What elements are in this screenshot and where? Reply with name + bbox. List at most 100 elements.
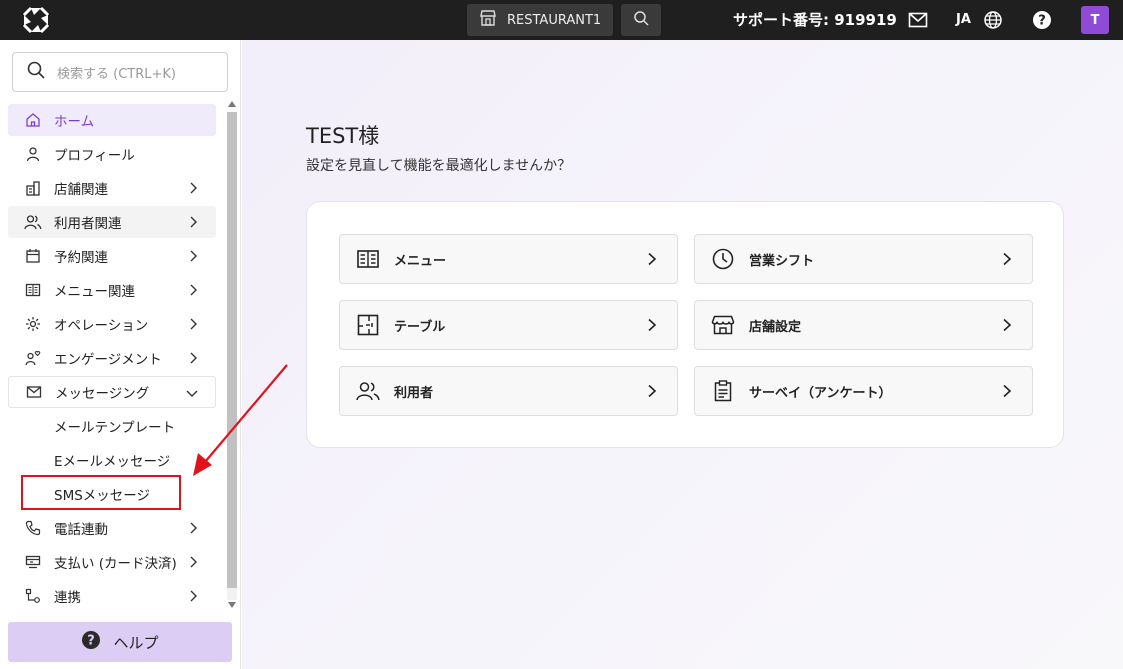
chevron-right-icon (190, 216, 197, 228)
sidebar-item-label: メッセージング (55, 386, 150, 402)
sidebar-item-payment[interactable]: 支払い (カード決済) (8, 546, 216, 578)
sidebar-subitem-mail-template[interactable]: メールテンプレート (8, 410, 216, 442)
sidebar-item-integration[interactable]: 連携 (8, 580, 216, 612)
help-circle-icon: ? (81, 630, 101, 654)
search-input[interactable]: 検索する (CTRL+K) (12, 52, 228, 92)
sidebar-item-label: 店舗関連 (54, 182, 108, 198)
sidebar-item-phone[interactable]: 電話連動 (8, 512, 216, 544)
sidebar-item-label: 電話連動 (54, 522, 108, 538)
scroll-down-icon[interactable] (228, 602, 236, 608)
table-layout-icon (356, 313, 380, 337)
chevron-right-icon (190, 352, 197, 364)
tile-label: メニュー (394, 253, 447, 269)
support-number: サポート番号: 919919 (733, 11, 897, 29)
top-search-button[interactable] (621, 4, 661, 36)
chevron-right-icon (190, 250, 197, 262)
app-logo-icon[interactable] (22, 6, 50, 34)
chevron-right-icon (190, 318, 197, 330)
engagement-icon (24, 349, 42, 367)
help-button[interactable]: ? ヘルプ (8, 622, 232, 662)
tile-menu[interactable]: メニュー (339, 234, 678, 284)
integration-icon (24, 587, 42, 605)
sidebar-item-users[interactable]: 利用者関連 (8, 206, 216, 238)
chevron-right-icon (190, 522, 197, 534)
sidebar-item-label: メニュー関連 (54, 284, 135, 300)
menu-book-icon (356, 247, 380, 271)
main-content: TEST様 設定を見直して機能を最適化しませんか？ メニュー 営業シフト テーブ… (242, 40, 1123, 669)
tile-label: 営業シフト (749, 253, 815, 269)
globe-icon[interactable] (981, 8, 1005, 32)
search-icon (633, 10, 649, 30)
phone-icon (24, 519, 42, 537)
sidebar-item-operations[interactable]: オペレーション (8, 308, 216, 340)
chevron-right-icon (190, 556, 197, 568)
avatar[interactable]: T (1081, 6, 1109, 34)
sidebar-subitem-label: メールテンプレート (54, 420, 176, 436)
svg-text:?: ? (1038, 14, 1046, 29)
tile-label: 店舗設定 (749, 319, 802, 335)
tile-store-settings[interactable]: 店舗設定 (694, 300, 1033, 350)
store-name: RESTAURANT1 (507, 12, 602, 28)
chevron-right-icon (1003, 252, 1012, 266)
home-icon (24, 111, 42, 129)
sidebar-item-label: エンゲージメント (54, 352, 162, 368)
users-icon (356, 379, 380, 403)
clipboard-icon (711, 379, 735, 403)
menu-book-icon (24, 281, 42, 299)
tile-table[interactable]: テーブル (339, 300, 678, 350)
help-circle-icon[interactable]: ? (1030, 8, 1054, 32)
sidebar-item-label: プロフィール (54, 148, 135, 164)
sidebar-scrollbar[interactable] (224, 98, 238, 612)
sidebar-item-label: オペレーション (54, 318, 149, 334)
tile-business-shift[interactable]: 営業シフト (694, 234, 1033, 284)
store-selector-button[interactable]: RESTAURANT1 (467, 4, 613, 36)
users-icon (24, 213, 42, 231)
sidebar: 検索する (CTRL+K) ホーム プロフィール 店舗関連 利用者関連 予約関連 (0, 40, 241, 669)
sidebar-subitem-email-message[interactable]: Eメールメッセージ (8, 444, 216, 476)
tile-users[interactable]: 利用者 (339, 366, 678, 416)
sidebar-item-messaging[interactable]: メッセージング (8, 376, 216, 408)
sidebar-item-engagement[interactable]: エンゲージメント (8, 342, 216, 374)
sidebar-item-profile[interactable]: プロフィール (8, 138, 216, 170)
chevron-right-icon (648, 252, 657, 266)
search-icon (27, 61, 45, 83)
store-building-icon (24, 179, 42, 197)
chevron-down-icon (186, 390, 198, 397)
sidebar-item-label: 支払い (カード決済) (54, 556, 177, 572)
mail-icon (25, 383, 43, 401)
sidebar-item-home[interactable]: ホーム (8, 104, 216, 136)
scroll-thumb[interactable] (227, 112, 237, 588)
clock-icon (711, 247, 735, 271)
help-label: ヘルプ (113, 633, 159, 652)
mail-icon[interactable] (906, 8, 930, 32)
tile-label: サーベイ（アンケート） (749, 385, 892, 401)
sidebar-item-menu[interactable]: メニュー関連 (8, 274, 216, 306)
tile-label: 利用者 (394, 385, 434, 401)
chevron-right-icon (1003, 384, 1012, 398)
sidebar-item-label: 利用者関連 (54, 216, 122, 232)
sidebar-item-label: ホーム (54, 114, 95, 130)
search-placeholder: 検索する (CTRL+K) (57, 66, 176, 82)
svg-text:?: ? (88, 634, 96, 649)
calendar-icon (24, 247, 42, 265)
sidebar-nav: ホーム プロフィール 店舗関連 利用者関連 予約関連 メニュー関連 オペレーショ… (8, 104, 216, 614)
scroll-up-icon[interactable] (228, 101, 236, 107)
chevron-right-icon (1003, 318, 1012, 332)
payment-icon (24, 553, 42, 571)
sidebar-item-store[interactable]: 店舗関連 (8, 172, 216, 204)
page-title: TEST様 (306, 124, 380, 148)
sidebar-subitem-label: Eメールメッセージ (54, 454, 171, 470)
language-label[interactable]: JA (956, 0, 971, 40)
chevron-right-icon (190, 284, 197, 296)
gear-icon (24, 315, 42, 333)
sidebar-item-reservations[interactable]: 予約関連 (8, 240, 216, 272)
user-icon (24, 145, 42, 163)
annotation-highlight-box (21, 475, 181, 510)
sidebar-item-label: 連携 (54, 590, 81, 606)
chevron-right-icon (648, 384, 657, 398)
chevron-right-icon (190, 590, 197, 602)
page-subtitle: 設定を見直して機能を最適化しませんか？ (306, 158, 572, 174)
sidebar-item-label: 予約関連 (54, 250, 108, 266)
tile-survey[interactable]: サーベイ（アンケート） (694, 366, 1033, 416)
chevron-right-icon (648, 318, 657, 332)
